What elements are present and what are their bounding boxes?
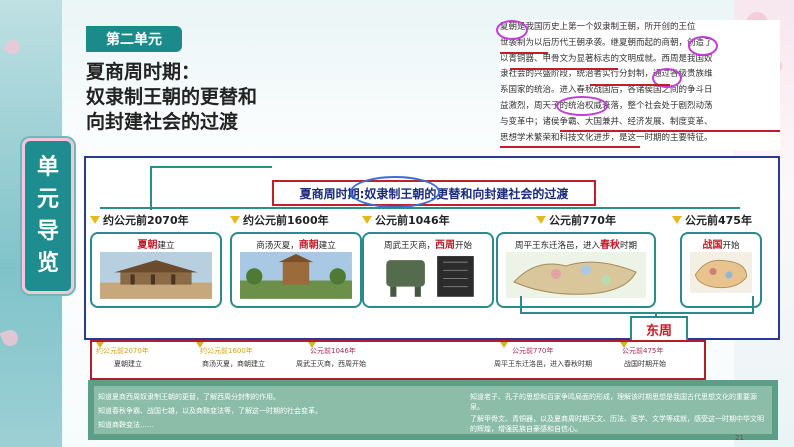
dynasty-name: 夏朝 <box>137 240 158 251</box>
period-spring-autumn: 公元前770年 周平王东迁洛邑，进入春秋时期 <box>496 212 656 308</box>
goal-text: 知道商鞅变法…… <box>98 421 154 429</box>
bottom-date: 公元前475年 <box>622 347 664 355</box>
marker-icon <box>536 216 546 224</box>
xia-palace-illustration <box>100 252 212 299</box>
page-number: 21 <box>735 434 744 442</box>
bottom-date: 约公元前1600年 <box>200 347 253 355</box>
annotation-circle <box>688 36 718 56</box>
annotation-oval <box>350 176 440 208</box>
period-date: 约公元前1600年 <box>243 214 329 227</box>
bottom-event: 夏朝建立 <box>114 360 142 368</box>
annotation-underline <box>500 52 548 54</box>
goal-text: 知道春秋争霸、战国七雄，以及商鞅变法等，了解这一时期的社会变革。 <box>98 407 322 415</box>
unit-guide-banner: 单 元 导 览 <box>22 138 74 294</box>
period-date: 公元前770年 <box>549 214 616 227</box>
unit-title-line: 奴隶制王朝的更替和 <box>86 86 258 108</box>
annotation-underline <box>590 84 670 86</box>
banner-char: 导 <box>36 219 59 244</box>
marker-icon <box>90 216 100 224</box>
period-western-zhou: 公元前1046年 周武王灭商，西周开始 <box>362 212 494 308</box>
period-card: 商汤灭夏，商朝建立 <box>230 232 362 308</box>
east-zhou-label: 东周 <box>630 316 688 342</box>
bottom-date: 约公元前2070年 <box>96 347 149 355</box>
period-shang: 约公元前1600年 商汤灭夏，商朝建立 <box>230 212 362 308</box>
annotation-circle <box>496 20 528 40</box>
timeline-marker <box>500 342 508 348</box>
marker-icon <box>672 216 682 224</box>
annotation-underline <box>510 68 618 70</box>
warring-states-map-illustration <box>690 252 752 293</box>
banner-char: 元 <box>36 187 59 212</box>
bronze-vessel-illustration <box>372 252 484 299</box>
period-xia: 约公元前2070年 夏朝建立 <box>90 212 222 308</box>
goal-text: 知道夏商西周奴隶制王朝的更替，了解西周分封制的作用。 <box>98 393 280 401</box>
textbook-line: 世袭制为以后历代王朝承袭。继夏朝而起的商朝，创造了 <box>500 37 713 48</box>
period-card: 周武王灭商，西周开始 <box>362 232 494 308</box>
textbook-line: 益激烈，周天子的统治权威衰落，整个社会处于剧烈动荡 <box>500 100 713 111</box>
connector-line <box>150 166 272 168</box>
goal-text: 知道老子、孔子的思想和百家争鸣局面的形成，理解该时期思想是我国古代思想文化的重要… <box>470 393 757 411</box>
bottom-event: 周武王灭商，西周开始 <box>296 360 366 368</box>
annotation-underline <box>560 130 780 132</box>
connector-line <box>150 166 152 210</box>
bottom-event: 战国时期开始 <box>624 360 666 368</box>
bottom-timeline-box <box>90 340 706 380</box>
banner-char: 单 <box>36 155 59 180</box>
period-date: 公元前475年 <box>685 214 752 227</box>
annotation-underline <box>500 146 640 148</box>
dynasty-name: 春秋 <box>600 240 620 251</box>
goal-text: 了解甲骨文、青铜器，以及夏商周时期天文、历法、医学、文学等成就，感受这一时期中华… <box>470 415 764 433</box>
bottom-event: 周平王东迁洛邑，进入春秋时期 <box>494 360 592 368</box>
connector-line <box>100 207 740 209</box>
unit-title: 夏商周时期： 奴隶制王朝的更替和 向封建社会的过渡 <box>86 60 306 135</box>
dynasty-name: 商朝 <box>298 240 319 251</box>
marker-icon <box>362 216 372 224</box>
period-date: 约公元前2070年 <box>103 214 189 227</box>
east-zhou-brace <box>520 296 754 314</box>
slide: 单 元 导 览 第二单元 夏商周时期： 奴隶制王朝的更替和 向封建社会的过渡 夏… <box>0 0 794 447</box>
period-card: 夏朝建立 <box>90 232 222 308</box>
dynasty-name: 西周 <box>435 240 455 251</box>
bottom-event: 商汤灭夏，商朝建立 <box>202 360 265 368</box>
textbook-line: 夏朝是我国历史上第一个奴隶制王朝，所开创的王位 <box>500 22 696 32</box>
spring-autumn-map-illustration <box>506 252 646 298</box>
unit-title-line: 夏商周时期： <box>86 61 201 83</box>
marker-icon <box>230 216 240 224</box>
period-date: 公元前1046年 <box>375 214 450 227</box>
period-warring-states: 公元前475年 战国开始 <box>672 212 768 308</box>
unit-title-line: 向封建社会的过渡 <box>86 111 239 133</box>
bottom-date: 公元前1046年 <box>310 347 356 355</box>
dynasty-name: 战国 <box>702 240 723 251</box>
unit-tab: 第二单元 <box>86 26 182 52</box>
annotation-circle <box>556 96 608 116</box>
shang-ruins-illustration <box>240 252 352 299</box>
textbook-line: 与变革中；诸侯争霸、大国兼并、经济发展、制度变革、 <box>500 116 713 127</box>
banner-char: 览 <box>36 251 59 276</box>
textbook-line: 思想学术繁荣和科技文化进步，是这一时期的主要特征。 <box>500 132 713 143</box>
bottom-date: 公元前770年 <box>512 347 554 355</box>
